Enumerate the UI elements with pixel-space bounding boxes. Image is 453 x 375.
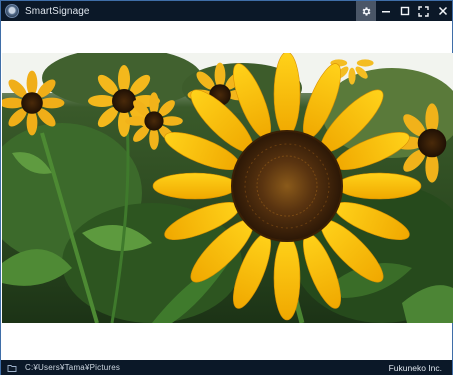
title-bar[interactable]: SmartSignage bbox=[1, 1, 452, 21]
close-button[interactable] bbox=[433, 1, 452, 21]
settings-button[interactable] bbox=[356, 1, 376, 21]
app-logo-icon bbox=[5, 4, 19, 18]
maximize-button[interactable] bbox=[395, 1, 414, 21]
gear-icon bbox=[362, 6, 370, 16]
folder-path[interactable]: C:¥Users¥Tama¥Pictures bbox=[25, 363, 120, 372]
maximize-icon bbox=[400, 6, 409, 16]
fullscreen-button[interactable] bbox=[414, 1, 433, 21]
status-bar: C:¥Users¥Tama¥Pictures Fukuneko Inc. bbox=[1, 360, 452, 375]
close-icon bbox=[438, 6, 447, 16]
fullscreen-icon bbox=[418, 5, 429, 17]
minimize-icon bbox=[381, 11, 390, 13]
minimize-button[interactable] bbox=[376, 1, 395, 21]
company-name: Fukuneko Inc. bbox=[388, 362, 442, 373]
folder-icon bbox=[7, 364, 17, 372]
photo-image bbox=[2, 53, 453, 323]
app-window: SmartSignage C:¥Users¥Tama¥Pictures Fuku… bbox=[0, 0, 453, 375]
window-title: SmartSignage bbox=[25, 5, 90, 17]
sunflower-photo bbox=[2, 53, 453, 323]
window-controls bbox=[356, 1, 452, 21]
